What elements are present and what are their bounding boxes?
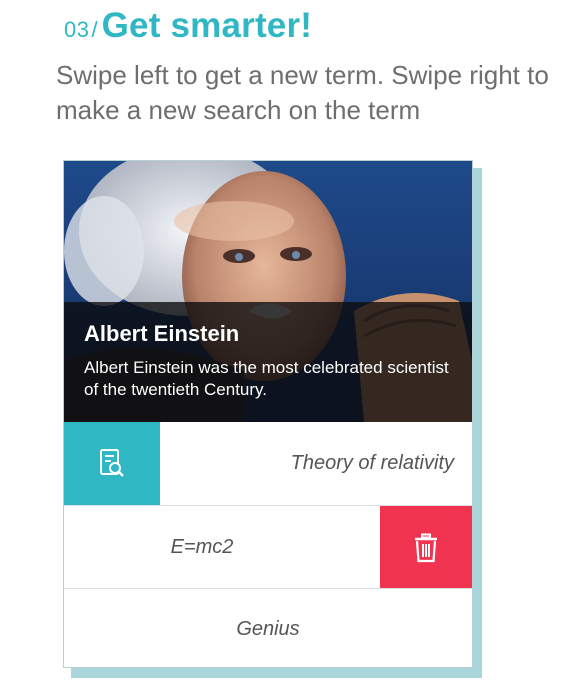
person-name: Albert Einstein [84, 321, 240, 346]
trash-icon [415, 533, 437, 562]
step-number: 03 [64, 17, 90, 42]
search-term-button[interactable] [64, 422, 160, 505]
document-search-icon [100, 448, 124, 477]
term-row[interactable]: E=mc2 [64, 505, 472, 589]
portrait-image: Albert Einstein Albert Einstein was the … [64, 161, 472, 422]
term-label: Theory of relativity [290, 452, 454, 474]
step-header: 03 / Get smarter! [64, 6, 312, 46]
person-description: Albert Einstein was the most celebrated … [84, 358, 449, 399]
term-row[interactable]: Genius [64, 588, 472, 667]
step-separator: / [91, 17, 98, 42]
delete-term-button[interactable] [380, 506, 472, 589]
term-row[interactable]: Theory of relativity [64, 422, 472, 505]
term-label: E=mc2 [170, 536, 234, 558]
page-title: Get smarter! [101, 6, 313, 45]
term-label: Genius [236, 617, 300, 640]
instructions-text: Swipe left to get a new term. Swipe righ… [56, 60, 549, 125]
term-card[interactable]: Albert Einstein Albert Einstein was the … [63, 160, 473, 668]
